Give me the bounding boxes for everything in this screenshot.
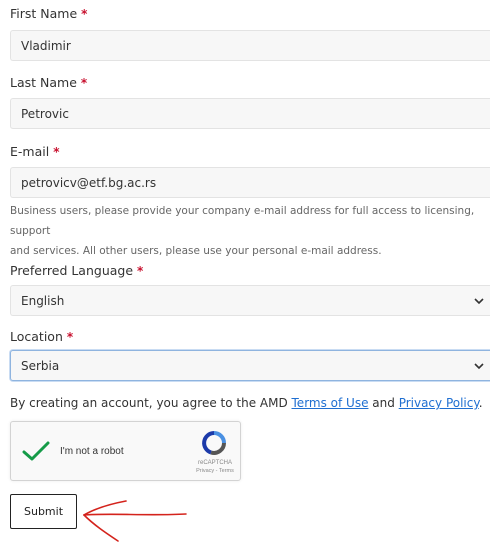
last-name-label: Last Name * — [10, 75, 88, 90]
annotation-arrow-icon — [83, 500, 187, 542]
required-asterisk: * — [81, 7, 88, 21]
location-label: Location * — [10, 329, 74, 344]
recaptcha-brand: reCAPTCHA — [197, 460, 232, 466]
first-name-input[interactable]: Vladimir — [10, 30, 490, 61]
preferred-language-label: Preferred Language * — [10, 263, 144, 278]
email-label: E-mail * — [10, 144, 60, 159]
terms-of-use-link[interactable]: Terms of Use — [292, 396, 369, 410]
recaptcha-widget: I'm not a robot reCAPTCHA Privacy - Term… — [10, 421, 241, 481]
required-asterisk: * — [80, 76, 88, 90]
privacy-policy-link[interactable]: Privacy Policy — [399, 396, 479, 410]
chevron-down-icon — [474, 363, 484, 370]
recaptcha-label: I'm not a robot — [60, 446, 124, 457]
recaptcha-privacy-terms[interactable]: Privacy - Terms — [179, 468, 251, 474]
submit-button[interactable]: Submit — [10, 494, 77, 529]
recaptcha-checkmark-icon[interactable] — [22, 440, 50, 462]
required-asterisk: * — [137, 264, 144, 278]
terms-agreement-text: By creating an account, you agree to the… — [10, 396, 483, 410]
email-input[interactable]: petrovicv@etf.bg.ac.rs — [10, 167, 490, 198]
first-name-label: First Name * — [10, 6, 88, 21]
preferred-language-select[interactable]: English — [10, 285, 490, 316]
required-asterisk: * — [53, 145, 60, 159]
required-asterisk: * — [66, 330, 74, 344]
recaptcha-logo-icon — [202, 431, 226, 455]
email-help-text: Business users, please provide your comp… — [10, 205, 475, 257]
last-name-input[interactable]: Petrovic — [10, 98, 490, 129]
location-select[interactable]: Serbia — [10, 350, 490, 381]
chevron-down-icon — [474, 298, 484, 305]
